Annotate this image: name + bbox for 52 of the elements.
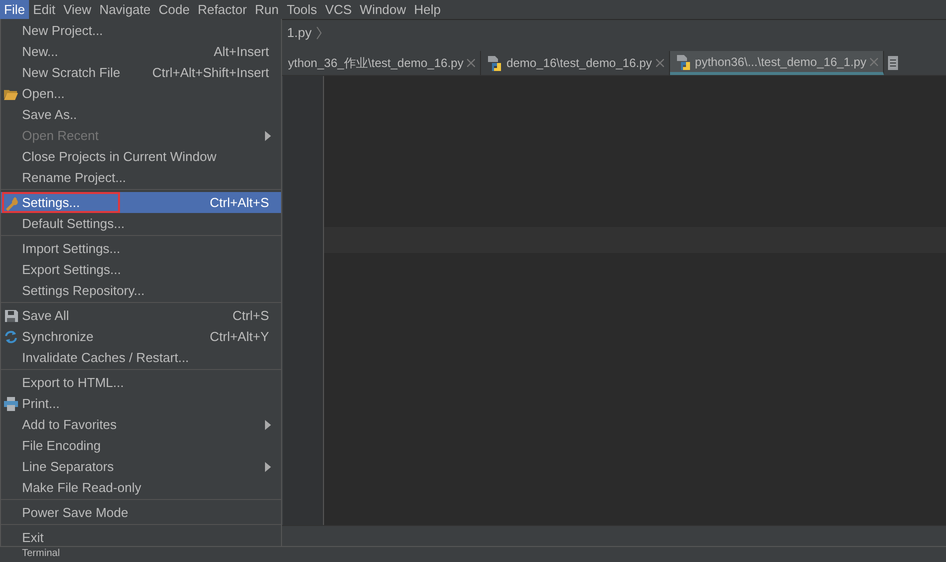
menu-bar-item[interactable]: Navigate xyxy=(95,0,155,19)
menu-bar-item[interactable]: Tools xyxy=(282,0,322,19)
chevron-icon xyxy=(316,26,322,40)
menu-item[interactable]: Synchronize Ctrl+Alt+Y xyxy=(1,326,281,347)
menu-item[interactable]: Export to HTML... xyxy=(1,372,281,393)
python-file-icon xyxy=(486,55,502,71)
menu-item[interactable]: New Scratch File Ctrl+Alt+Shift+Insert xyxy=(1,62,281,83)
menu-item[interactable]: Print... xyxy=(1,393,281,414)
menu-item[interactable]: Save All Ctrl+S xyxy=(1,305,281,326)
menu-item[interactable]: Open... xyxy=(1,83,281,104)
document-icon xyxy=(888,56,898,70)
menu-item[interactable]: New... Alt+Insert xyxy=(1,41,281,62)
printer-icon xyxy=(3,396,19,412)
menu-item[interactable]: File Encoding xyxy=(1,435,281,456)
submenu-arrow-icon xyxy=(265,130,271,140)
menu-item[interactable]: Settings Repository... xyxy=(1,280,281,301)
menu-item[interactable]: Exit xyxy=(1,527,281,548)
menu-bar-item[interactable]: View xyxy=(59,0,96,19)
menu-item[interactable]: Rename Project... xyxy=(1,167,281,188)
submenu-arrow-icon xyxy=(265,462,271,472)
menu-bar-item[interactable]: Refactor xyxy=(194,0,251,19)
menu-item[interactable]: Export Settings... xyxy=(1,259,281,280)
menu-item[interactable]: Import Settings... xyxy=(1,238,281,259)
menu-item[interactable]: Default Settings... xyxy=(1,213,281,234)
menu-item[interactable]: Close Projects in Current Window xyxy=(1,146,281,167)
submenu-arrow-icon xyxy=(265,420,271,430)
menu-bar-item[interactable]: Run xyxy=(250,0,283,19)
editor-tab[interactable]: demo_16\test_demo_16.py xyxy=(481,51,670,75)
menu-item[interactable]: Invalidate Caches / Restart... xyxy=(1,347,281,368)
close-icon[interactable] xyxy=(870,58,878,66)
terminal-tab[interactable]: Terminal xyxy=(22,547,60,560)
editor-tab[interactable]: ython_36_作业\test_demo_16.py xyxy=(283,51,482,75)
menu-bar-item[interactable]: Edit xyxy=(28,0,60,19)
menu-bar-item[interactable]: Help xyxy=(410,0,445,19)
editor-tab[interactable]: python36\...\test_demo_16_1.py xyxy=(670,51,884,75)
menu-item[interactable]: Add to Favorites xyxy=(1,414,281,435)
menu-item[interactable]: Power Save Mode xyxy=(1,502,281,523)
breadcrumb-item[interactable]: 1.py xyxy=(287,25,312,40)
close-icon[interactable] xyxy=(467,59,476,67)
sync-icon xyxy=(3,328,19,344)
menu-item[interactable]: Line Separators xyxy=(1,456,281,477)
save-icon xyxy=(3,308,19,324)
menu-item[interactable]: Save As.. xyxy=(1,104,281,125)
python-file-icon xyxy=(674,54,691,70)
menu-item[interactable]: New Project... xyxy=(1,20,281,41)
menu-bar-item[interactable]: File xyxy=(0,0,29,19)
menu-bar-item[interactable]: Window xyxy=(356,0,410,19)
menu-bar-item[interactable]: VCS xyxy=(321,0,356,19)
menu-item[interactable]: Settings... Ctrl+Alt+S xyxy=(1,192,281,213)
menu-item[interactable]: Make File Read-only xyxy=(1,477,281,498)
menu-bar-item[interactable]: Code xyxy=(154,0,194,19)
close-icon[interactable] xyxy=(656,59,664,67)
